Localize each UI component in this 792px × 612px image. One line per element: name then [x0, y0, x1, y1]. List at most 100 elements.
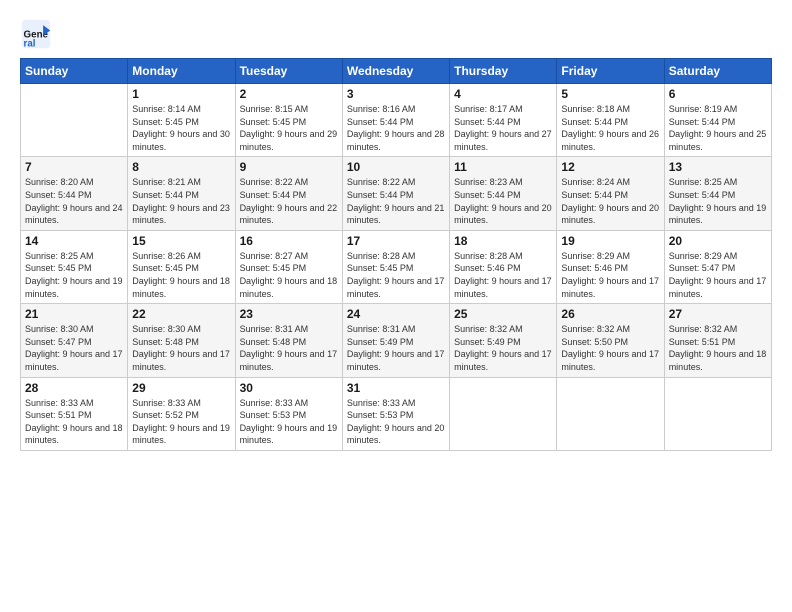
day-number: 24 [347, 307, 445, 321]
day-number: 27 [669, 307, 767, 321]
day-number: 7 [25, 160, 123, 174]
table-cell: 11 Sunrise: 8:23 AMSunset: 5:44 PMDayligh… [450, 157, 557, 230]
day-number: 10 [347, 160, 445, 174]
table-cell: 19 Sunrise: 8:29 AMSunset: 5:46 PMDayligh… [557, 230, 664, 303]
table-cell: 14Sunrise: 8:25 AMSunset: 5:45 PMDayligh… [21, 230, 128, 303]
day-info: Sunrise: 8:33 AMSunset: 5:53 PMDaylight:… [240, 397, 338, 447]
day-number: 21 [25, 307, 123, 321]
page: Gene ral Sunday Monday Tuesday Wednesday [0, 0, 792, 612]
table-cell: 6 Sunrise: 8:19 AMSunset: 5:44 PMDaylight… [664, 84, 771, 157]
day-info: Sunrise: 8:15 AMSunset: 5:45 PMDaylight:… [240, 103, 338, 153]
table-cell: 13 Sunrise: 8:25 AMSunset: 5:44 PMDayligh… [664, 157, 771, 230]
logo: Gene ral [20, 18, 54, 50]
table-cell: 10 Sunrise: 8:22 AMSunset: 5:44 PMDayligh… [342, 157, 449, 230]
header-row: Sunday Monday Tuesday Wednesday Thursday… [21, 59, 772, 84]
col-sunday: Sunday [21, 59, 128, 84]
table-cell: 31Sunrise: 8:33 AMSunset: 5:53 PMDayligh… [342, 377, 449, 450]
table-cell: 9 Sunrise: 8:22 AMSunset: 5:44 PMDaylight… [235, 157, 342, 230]
svg-text:ral: ral [24, 38, 36, 49]
day-number: 29 [132, 381, 230, 395]
day-info: Sunrise: 8:25 AMSunset: 5:45 PMDaylight:… [25, 250, 123, 300]
table-cell: 24 Sunrise: 8:31 AMSunset: 5:49 PMDayligh… [342, 304, 449, 377]
day-info: Sunrise: 8:31 AMSunset: 5:49 PMDaylight:… [347, 323, 445, 373]
table-cell: 8Sunrise: 8:21 AMSunset: 5:44 PMDaylight… [128, 157, 235, 230]
table-cell: 4 Sunrise: 8:17 AMSunset: 5:44 PMDaylight… [450, 84, 557, 157]
day-number: 30 [240, 381, 338, 395]
day-info: Sunrise: 8:33 AMSunset: 5:53 PMDaylight:… [347, 397, 445, 447]
day-info: Sunrise: 8:30 AMSunset: 5:48 PMDaylight:… [132, 323, 230, 373]
table-cell: 28 Sunrise: 8:33 AMSunset: 5:51 PMDayligh… [21, 377, 128, 450]
table-cell: 18Sunrise: 8:28 AMSunset: 5:46 PMDayligh… [450, 230, 557, 303]
day-number: 4 [454, 87, 552, 101]
table-cell: 20 Sunrise: 8:29 AMSunset: 5:47 PMDayligh… [664, 230, 771, 303]
table-cell [557, 377, 664, 450]
day-number: 23 [240, 307, 338, 321]
day-number: 19 [561, 234, 659, 248]
day-info: Sunrise: 8:17 AMSunset: 5:44 PMDaylight:… [454, 103, 552, 153]
day-info: Sunrise: 8:26 AMSunset: 5:45 PMDaylight:… [132, 250, 230, 300]
day-info: Sunrise: 8:22 AMSunset: 5:44 PMDaylight:… [240, 176, 338, 226]
table-cell [21, 84, 128, 157]
table-cell: 26 Sunrise: 8:32 AMSunset: 5:50 PMDayligh… [557, 304, 664, 377]
col-monday: Monday [128, 59, 235, 84]
day-info: Sunrise: 8:32 AMSunset: 5:51 PMDaylight:… [669, 323, 767, 373]
table-cell: 29 Sunrise: 8:33 AMSunset: 5:52 PMDayligh… [128, 377, 235, 450]
day-info: Sunrise: 8:21 AMSunset: 5:44 PMDaylight:… [132, 176, 230, 226]
day-number: 18 [454, 234, 552, 248]
table-cell: 22 Sunrise: 8:30 AMSunset: 5:48 PMDayligh… [128, 304, 235, 377]
day-number: 28 [25, 381, 123, 395]
table-cell: 30 Sunrise: 8:33 AMSunset: 5:53 PMDayligh… [235, 377, 342, 450]
col-friday: Friday [557, 59, 664, 84]
col-saturday: Saturday [664, 59, 771, 84]
day-number: 5 [561, 87, 659, 101]
day-info: Sunrise: 8:25 AMSunset: 5:44 PMDaylight:… [669, 176, 767, 226]
table-cell: 5 Sunrise: 8:18 AMSunset: 5:44 PMDaylight… [557, 84, 664, 157]
day-number: 25 [454, 307, 552, 321]
table-cell: 15 Sunrise: 8:26 AMSunset: 5:45 PMDayligh… [128, 230, 235, 303]
table-cell: 25 Sunrise: 8:32 AMSunset: 5:49 PMDayligh… [450, 304, 557, 377]
day-info: Sunrise: 8:31 AMSunset: 5:48 PMDaylight:… [240, 323, 338, 373]
day-number: 1 [132, 87, 230, 101]
table-cell [664, 377, 771, 450]
day-info: Sunrise: 8:18 AMSunset: 5:44 PMDaylight:… [561, 103, 659, 153]
day-number: 3 [347, 87, 445, 101]
table-cell: 16Sunrise: 8:27 AMSunset: 5:45 PMDayligh… [235, 230, 342, 303]
day-number: 12 [561, 160, 659, 174]
table-cell: 17 Sunrise: 8:28 AMSunset: 5:45 PMDayligh… [342, 230, 449, 303]
day-number: 26 [561, 307, 659, 321]
table-cell: 2Sunrise: 8:15 AMSunset: 5:45 PMDaylight… [235, 84, 342, 157]
day-number: 17 [347, 234, 445, 248]
day-number: 6 [669, 87, 767, 101]
day-info: Sunrise: 8:20 AMSunset: 5:44 PMDaylight:… [25, 176, 123, 226]
logo-icon: Gene ral [20, 18, 52, 50]
day-info: Sunrise: 8:32 AMSunset: 5:49 PMDaylight:… [454, 323, 552, 373]
day-info: Sunrise: 8:28 AMSunset: 5:45 PMDaylight:… [347, 250, 445, 300]
day-info: Sunrise: 8:23 AMSunset: 5:44 PMDaylight:… [454, 176, 552, 226]
day-number: 15 [132, 234, 230, 248]
day-info: Sunrise: 8:24 AMSunset: 5:44 PMDaylight:… [561, 176, 659, 226]
day-number: 13 [669, 160, 767, 174]
table-cell: 27 Sunrise: 8:32 AMSunset: 5:51 PMDayligh… [664, 304, 771, 377]
table-cell: 1 Sunrise: 8:14 AMSunset: 5:45 PMDaylight… [128, 84, 235, 157]
day-number: 22 [132, 307, 230, 321]
day-number: 16 [240, 234, 338, 248]
day-info: Sunrise: 8:29 AMSunset: 5:46 PMDaylight:… [561, 250, 659, 300]
day-info: Sunrise: 8:30 AMSunset: 5:47 PMDaylight:… [25, 323, 123, 373]
day-info: Sunrise: 8:33 AMSunset: 5:51 PMDaylight:… [25, 397, 123, 447]
day-info: Sunrise: 8:22 AMSunset: 5:44 PMDaylight:… [347, 176, 445, 226]
table-cell: 23 Sunrise: 8:31 AMSunset: 5:48 PMDayligh… [235, 304, 342, 377]
header: Gene ral [20, 18, 772, 50]
day-info: Sunrise: 8:33 AMSunset: 5:52 PMDaylight:… [132, 397, 230, 447]
day-info: Sunrise: 8:29 AMSunset: 5:47 PMDaylight:… [669, 250, 767, 300]
col-tuesday: Tuesday [235, 59, 342, 84]
day-info: Sunrise: 8:32 AMSunset: 5:50 PMDaylight:… [561, 323, 659, 373]
day-number: 11 [454, 160, 552, 174]
table-cell [450, 377, 557, 450]
day-info: Sunrise: 8:14 AMSunset: 5:45 PMDaylight:… [132, 103, 230, 153]
col-wednesday: Wednesday [342, 59, 449, 84]
day-number: 20 [669, 234, 767, 248]
col-thursday: Thursday [450, 59, 557, 84]
day-number: 9 [240, 160, 338, 174]
day-info: Sunrise: 8:19 AMSunset: 5:44 PMDaylight:… [669, 103, 767, 153]
table-cell: 7 Sunrise: 8:20 AMSunset: 5:44 PMDaylight… [21, 157, 128, 230]
